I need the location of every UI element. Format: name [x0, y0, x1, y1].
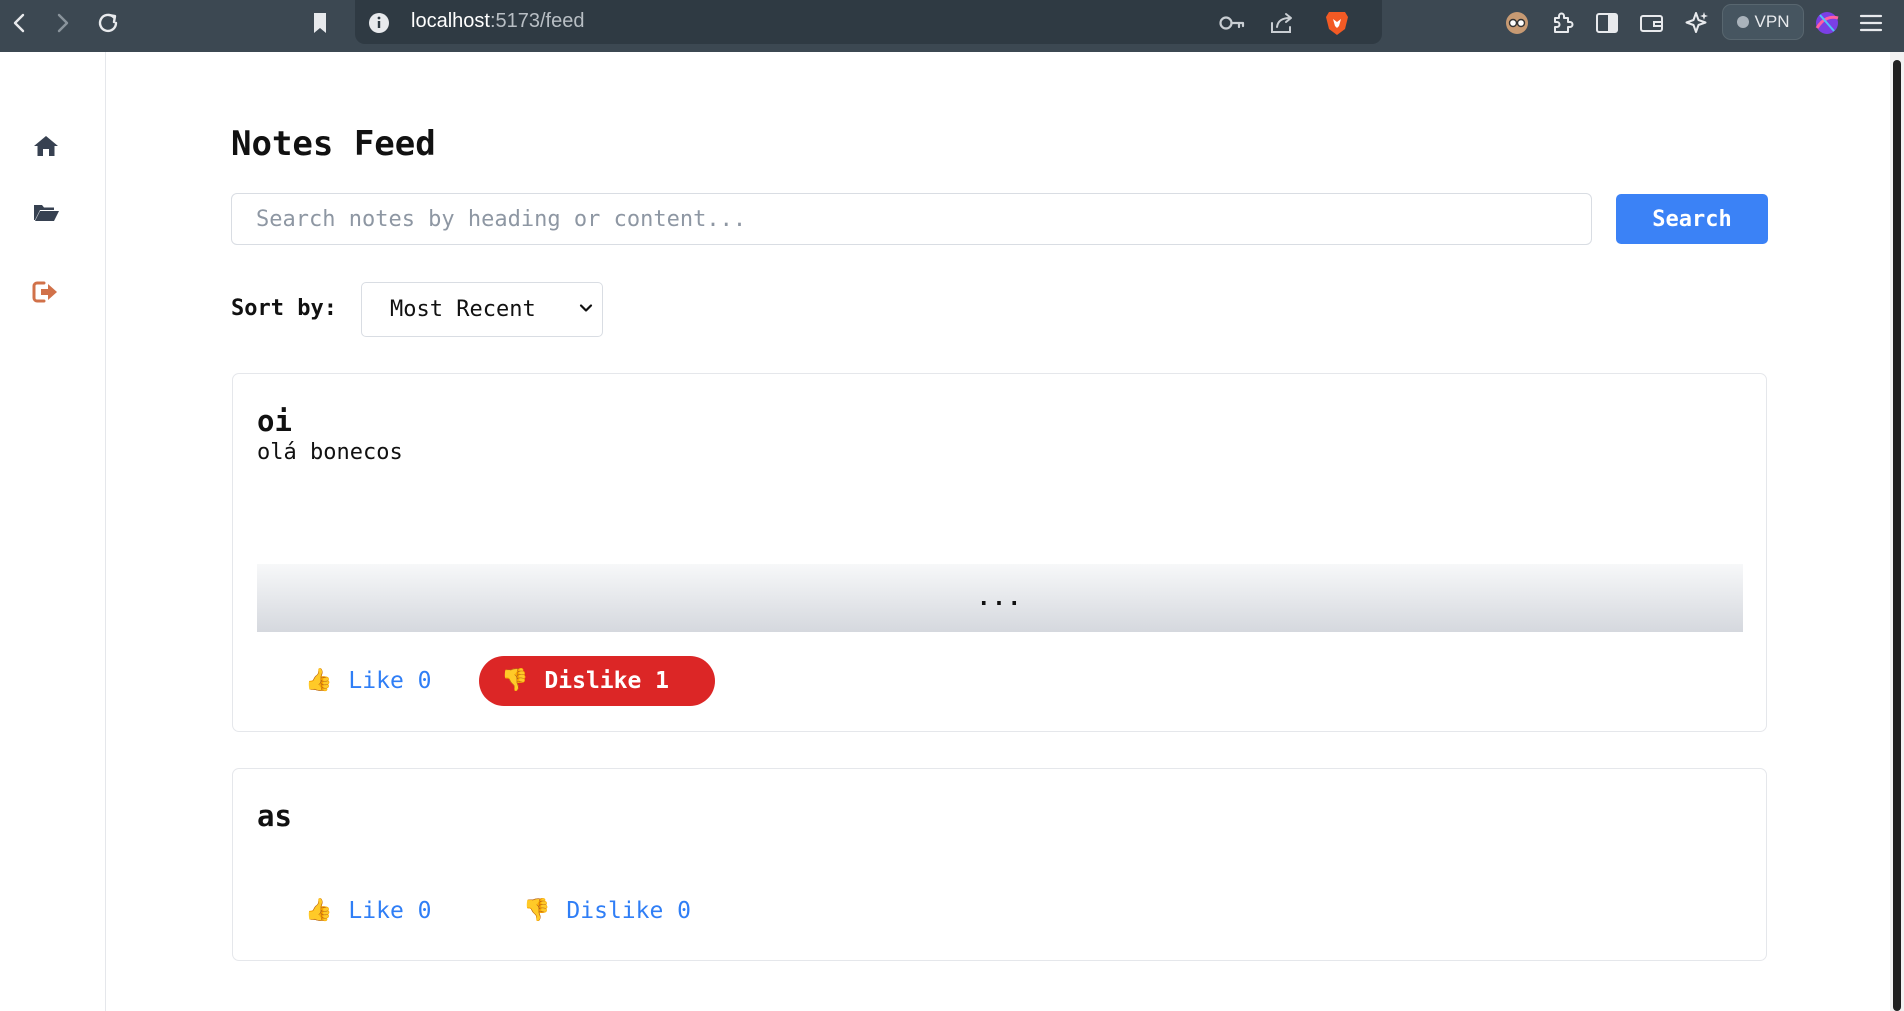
logout-icon[interactable] [32, 278, 60, 306]
search-button[interactable]: Search [1616, 194, 1768, 244]
sidebar [0, 52, 106, 1011]
url-path: :5173/feed [489, 10, 585, 32]
scrollbar-thumb[interactable] [1893, 60, 1901, 1011]
page-scrollbar[interactable] [1890, 52, 1904, 1011]
note-heading: as [257, 799, 292, 833]
like-label: Like 0 [348, 898, 432, 924]
like-button[interactable]: 👍 Like 0 [283, 886, 454, 936]
expand-note-button[interactable]: ... [257, 564, 1743, 632]
menu-icon[interactable] [1856, 8, 1886, 38]
leo-ai-icon[interactable] [1682, 8, 1712, 38]
vpn-label: VPN [1754, 12, 1790, 31]
sidebar-toggle-icon[interactable] [1592, 8, 1622, 38]
page-title: Notes Feed [231, 124, 436, 164]
dislike-button[interactable]: 👎 Dislike 1 [479, 656, 715, 706]
url-text[interactable]: localhost:5173/feed [411, 10, 584, 33]
home-icon[interactable] [32, 132, 60, 160]
reload-icon[interactable] [93, 8, 123, 38]
url-host: localhost [411, 10, 490, 32]
thumbs-up-icon: 👍 [305, 898, 333, 923]
wallet-icon[interactable] [1637, 8, 1667, 38]
like-label: Like 0 [348, 668, 432, 694]
forward-icon[interactable] [48, 8, 78, 38]
profile-avatar-icon[interactable] [1812, 8, 1842, 38]
extensions-icon[interactable] [1547, 8, 1577, 38]
sort-label: Sort by: [231, 296, 337, 321]
browser-toolbar: localhost:5173/feed VPN [0, 0, 1904, 52]
thumbs-down-icon: 👎 [501, 668, 529, 693]
note-card: oi olá bonecos ... 👍 Like 0 👎 Dislike 1 [232, 373, 1767, 732]
dislike-button[interactable]: 👎 Dislike 0 [501, 886, 713, 936]
key-icon[interactable] [1217, 8, 1247, 38]
vpn-status-icon [1736, 16, 1749, 28]
bookmark-icon[interactable] [305, 8, 335, 38]
profile-extension-icon[interactable] [1502, 8, 1532, 38]
folder-open-icon[interactable] [32, 198, 60, 226]
dislike-label: Dislike 1 [544, 668, 670, 694]
vpn-button[interactable]: VPN [1722, 4, 1804, 40]
back-icon[interactable] [4, 8, 34, 38]
like-button[interactable]: 👍 Like 0 [283, 656, 454, 706]
dislike-label: Dislike 0 [566, 898, 692, 924]
thumbs-up-icon: 👍 [305, 668, 333, 693]
note-heading: oi [257, 404, 292, 438]
thumbs-down-icon: 👎 [523, 898, 551, 923]
site-info-icon[interactable] [364, 8, 394, 38]
more-indicator: ... [977, 585, 1023, 611]
share-icon[interactable] [1267, 8, 1297, 38]
note-card: as 👍 Like 0 👎 Dislike 0 [232, 768, 1767, 961]
sort-select[interactable]: Most Recent [361, 282, 603, 337]
search-input[interactable] [231, 193, 1592, 245]
brave-shield-icon[interactable] [1322, 8, 1352, 38]
note-content: olá bonecos [257, 440, 403, 465]
